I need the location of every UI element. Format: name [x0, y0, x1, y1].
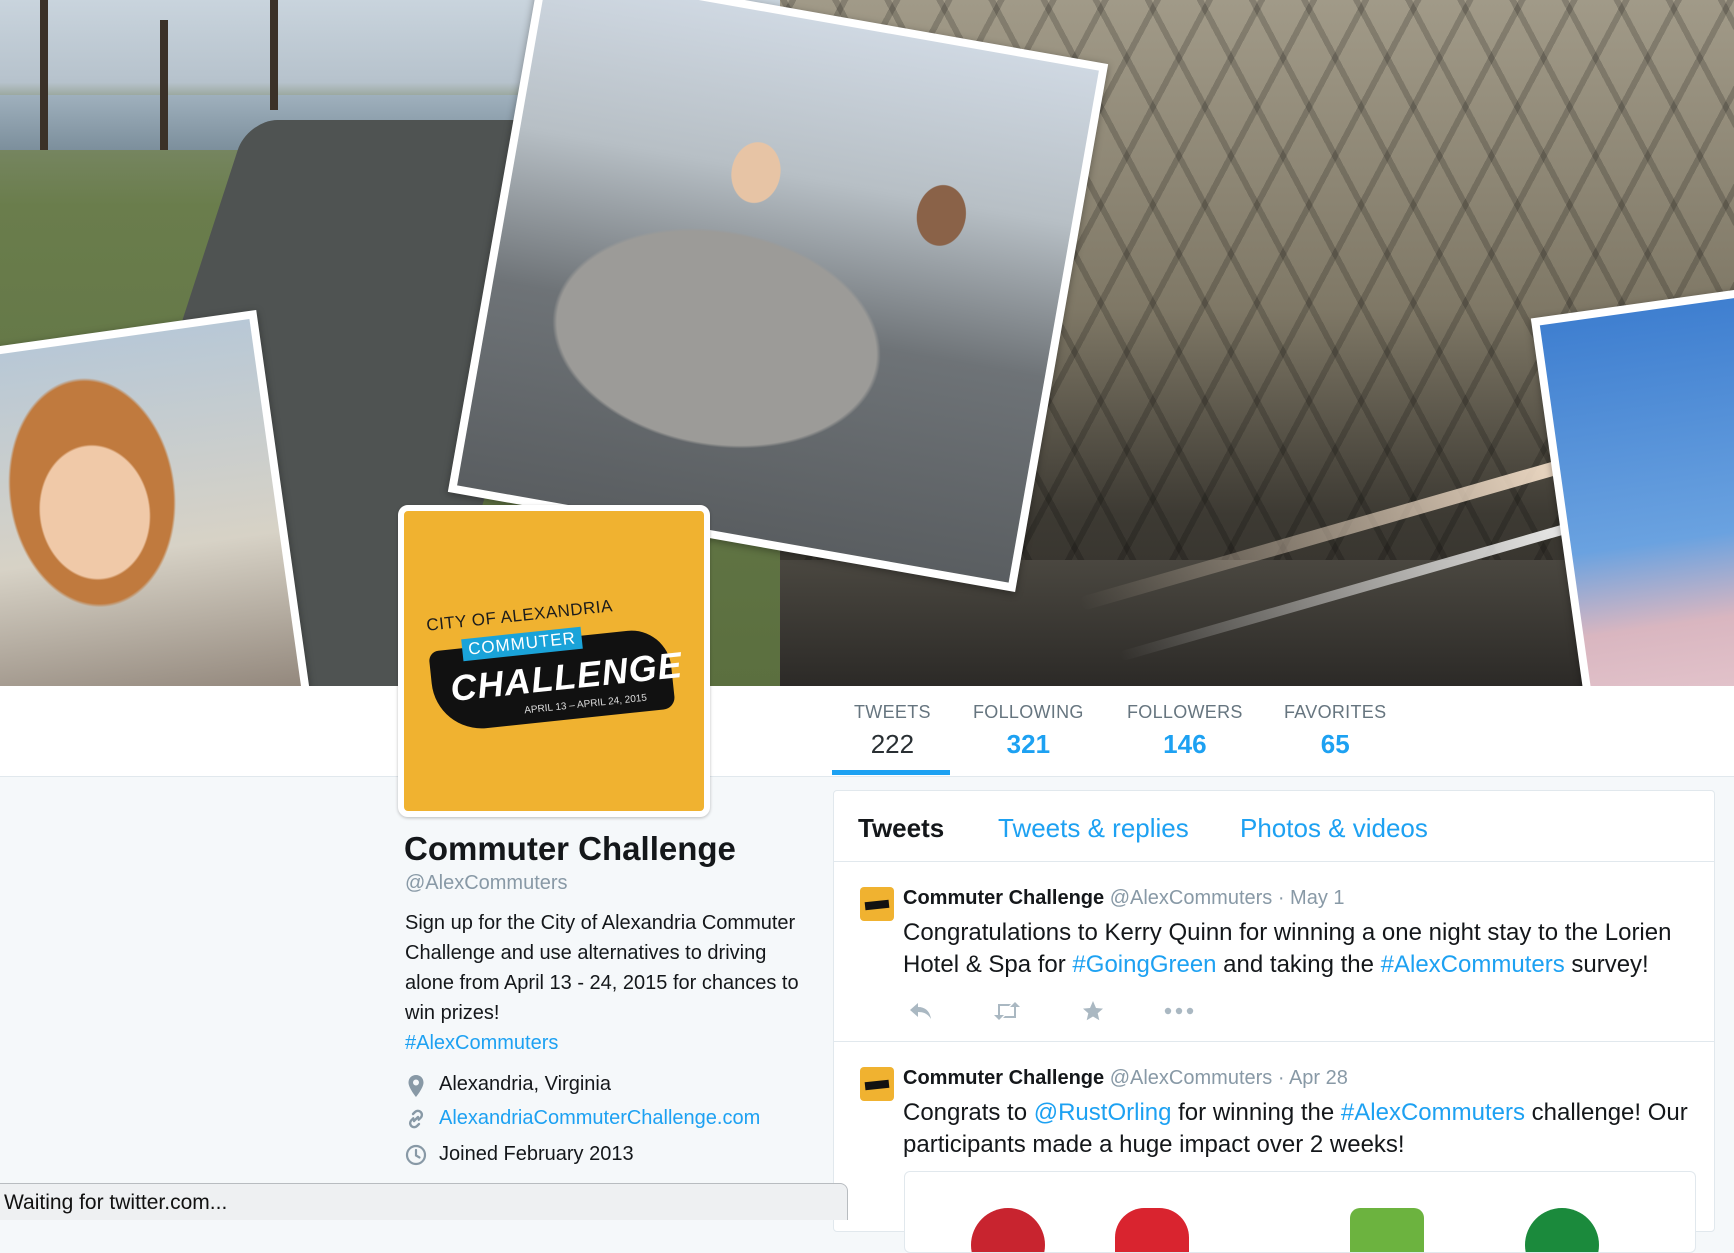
- profile-website: AlexandriaCommuterChallenge.com: [405, 1107, 760, 1130]
- bio-text: Sign up for the City of Alexandria Commu…: [405, 912, 799, 1024]
- tweet-text-part: and taking the: [1216, 951, 1381, 978]
- tweet-author-handle[interactable]: @AlexCommuters: [1110, 1067, 1273, 1089]
- tweet-divider: [834, 1041, 1714, 1042]
- tweet-date[interactable]: · Apr 28: [1278, 1067, 1348, 1089]
- media-icon-green: [1350, 1208, 1424, 1252]
- bio-hashtag-link[interactable]: #AlexCommuters: [405, 1028, 800, 1058]
- tweet-text-part: survey!: [1564, 951, 1649, 978]
- profile-nav-bar: TWEETS 222 FOLLOWING 321 FOLLOWERS 146 F…: [0, 686, 1734, 777]
- stat-tweets[interactable]: TWEETS 222: [854, 702, 931, 760]
- tweet-date[interactable]: · May 1: [1278, 887, 1345, 909]
- tweet-author-name[interactable]: Commuter Challenge: [903, 1067, 1104, 1089]
- media-icon-dollar: [1525, 1208, 1599, 1252]
- tweet-media-card[interactable]: [904, 1171, 1696, 1253]
- profile-location: Alexandria, Virginia: [405, 1073, 611, 1097]
- stat-favorites[interactable]: FAVORITES 65: [1284, 702, 1386, 760]
- stat-value: 65: [1320, 729, 1350, 759]
- profile-name[interactable]: Commuter Challenge: [404, 830, 736, 868]
- favorite-star-icon[interactable]: [1075, 997, 1111, 1025]
- tab-tweets-replies[interactable]: Tweets & replies: [998, 813, 1189, 844]
- stat-label: TWEETS: [854, 702, 931, 722]
- tweet-author-handle[interactable]: @AlexCommuters: [1110, 887, 1273, 909]
- media-icon-red: [971, 1208, 1045, 1252]
- timeline: Tweets Tweets & replies Photos & videos …: [833, 790, 1715, 1253]
- stat-label: FOLLOWERS: [1127, 702, 1243, 722]
- tweet-actions: [903, 997, 1197, 1025]
- tweet-text: Congratulations to Kerry Quinn for winni…: [903, 917, 1693, 981]
- more-icon[interactable]: [1161, 997, 1197, 1025]
- tweet-avatar[interactable]: [860, 1067, 894, 1101]
- timeline-tabs: Tweets Tweets & replies Photos & videos: [834, 791, 1714, 862]
- hashtag-link[interactable]: #AlexCommuters: [1381, 951, 1565, 978]
- tab-photos-videos[interactable]: Photos & videos: [1240, 813, 1428, 844]
- tweet-author-name[interactable]: Commuter Challenge: [903, 887, 1104, 909]
- tweet-text-part: for winning the: [1171, 1099, 1341, 1126]
- clock-icon: [405, 1144, 427, 1166]
- website-link[interactable]: AlexandriaCommuterChallenge.com: [439, 1107, 760, 1130]
- stat-label: FAVORITES: [1284, 702, 1387, 722]
- reply-icon[interactable]: [903, 997, 939, 1025]
- mention-link[interactable]: @RustOrling: [1034, 1099, 1172, 1126]
- retweet-icon[interactable]: [989, 997, 1025, 1025]
- browser-status-bar: Waiting for twitter.com...: [0, 1183, 848, 1220]
- joined-text: Joined February 2013: [439, 1143, 634, 1165]
- location-pin-icon: [405, 1074, 427, 1097]
- profile-handle[interactable]: @AlexCommuters: [405, 872, 568, 895]
- stat-value: 321: [1006, 729, 1051, 759]
- tweet-header: Commuter Challenge @AlexCommuters · May …: [903, 887, 1345, 910]
- stat-value: 222: [870, 729, 915, 759]
- tweet-text-part: Congrats to: [903, 1099, 1034, 1126]
- logo-city-text: CITY OF ALEXANDRIA: [425, 596, 614, 635]
- media-icon-red-2: [1115, 1208, 1189, 1252]
- hashtag-link[interactable]: #GoingGreen: [1072, 951, 1216, 978]
- car-photo: [447, 0, 1109, 592]
- active-stat-underline: [832, 770, 950, 775]
- stat-label: FOLLOWING: [973, 702, 1084, 722]
- location-text: Alexandria, Virginia: [439, 1073, 611, 1095]
- stat-followers[interactable]: FOLLOWERS 146: [1127, 702, 1243, 760]
- tweet-header: Commuter Challenge @AlexCommuters · Apr …: [903, 1067, 1348, 1090]
- stat-value: 146: [1163, 729, 1207, 759]
- link-icon: [405, 1108, 427, 1130]
- profile-joined: Joined February 2013: [405, 1143, 634, 1166]
- tweet-text: Congrats to @RustOrling for winning the …: [903, 1097, 1693, 1161]
- profile-bio: Sign up for the City of Alexandria Commu…: [405, 908, 800, 1058]
- stat-following[interactable]: FOLLOWING 321: [973, 702, 1084, 760]
- tab-tweets[interactable]: Tweets: [858, 813, 944, 844]
- profile-avatar[interactable]: CITY OF ALEXANDRIA COMMUTER CHALLENGE AP…: [398, 505, 710, 817]
- tweet-avatar[interactable]: [860, 887, 894, 921]
- profile-header-image: [0, 0, 1734, 686]
- hashtag-link[interactable]: #AlexCommuters: [1341, 1099, 1525, 1126]
